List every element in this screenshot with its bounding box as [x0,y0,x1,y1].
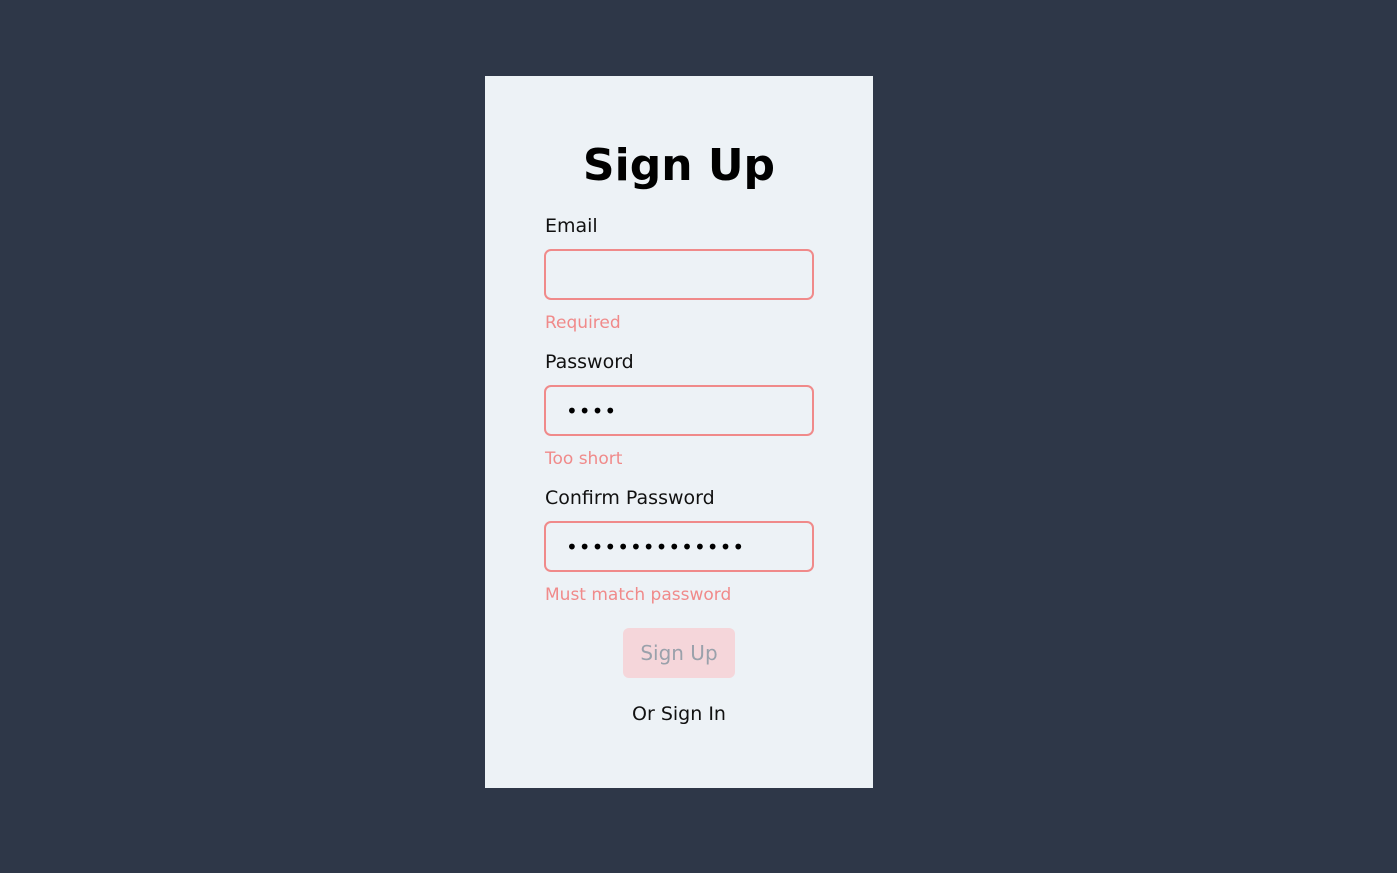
page-title: Sign Up [582,140,776,191]
confirm-password-label: Confirm Password [545,487,715,509]
password-label: Password [545,351,634,373]
email-label: Email [545,215,598,237]
signup-button[interactable]: Sign Up [623,628,735,678]
email-error: Required [545,313,621,333]
sign-in-link[interactable]: Or Sign In [485,702,873,726]
signup-card: Sign Up Email Required Password Too shor… [485,76,873,788]
password-field[interactable] [544,385,814,436]
confirm-password-field[interactable] [544,521,814,572]
password-error: Too short [545,449,623,469]
confirm-password-error: Must match password [545,585,732,605]
email-field[interactable] [544,249,814,300]
